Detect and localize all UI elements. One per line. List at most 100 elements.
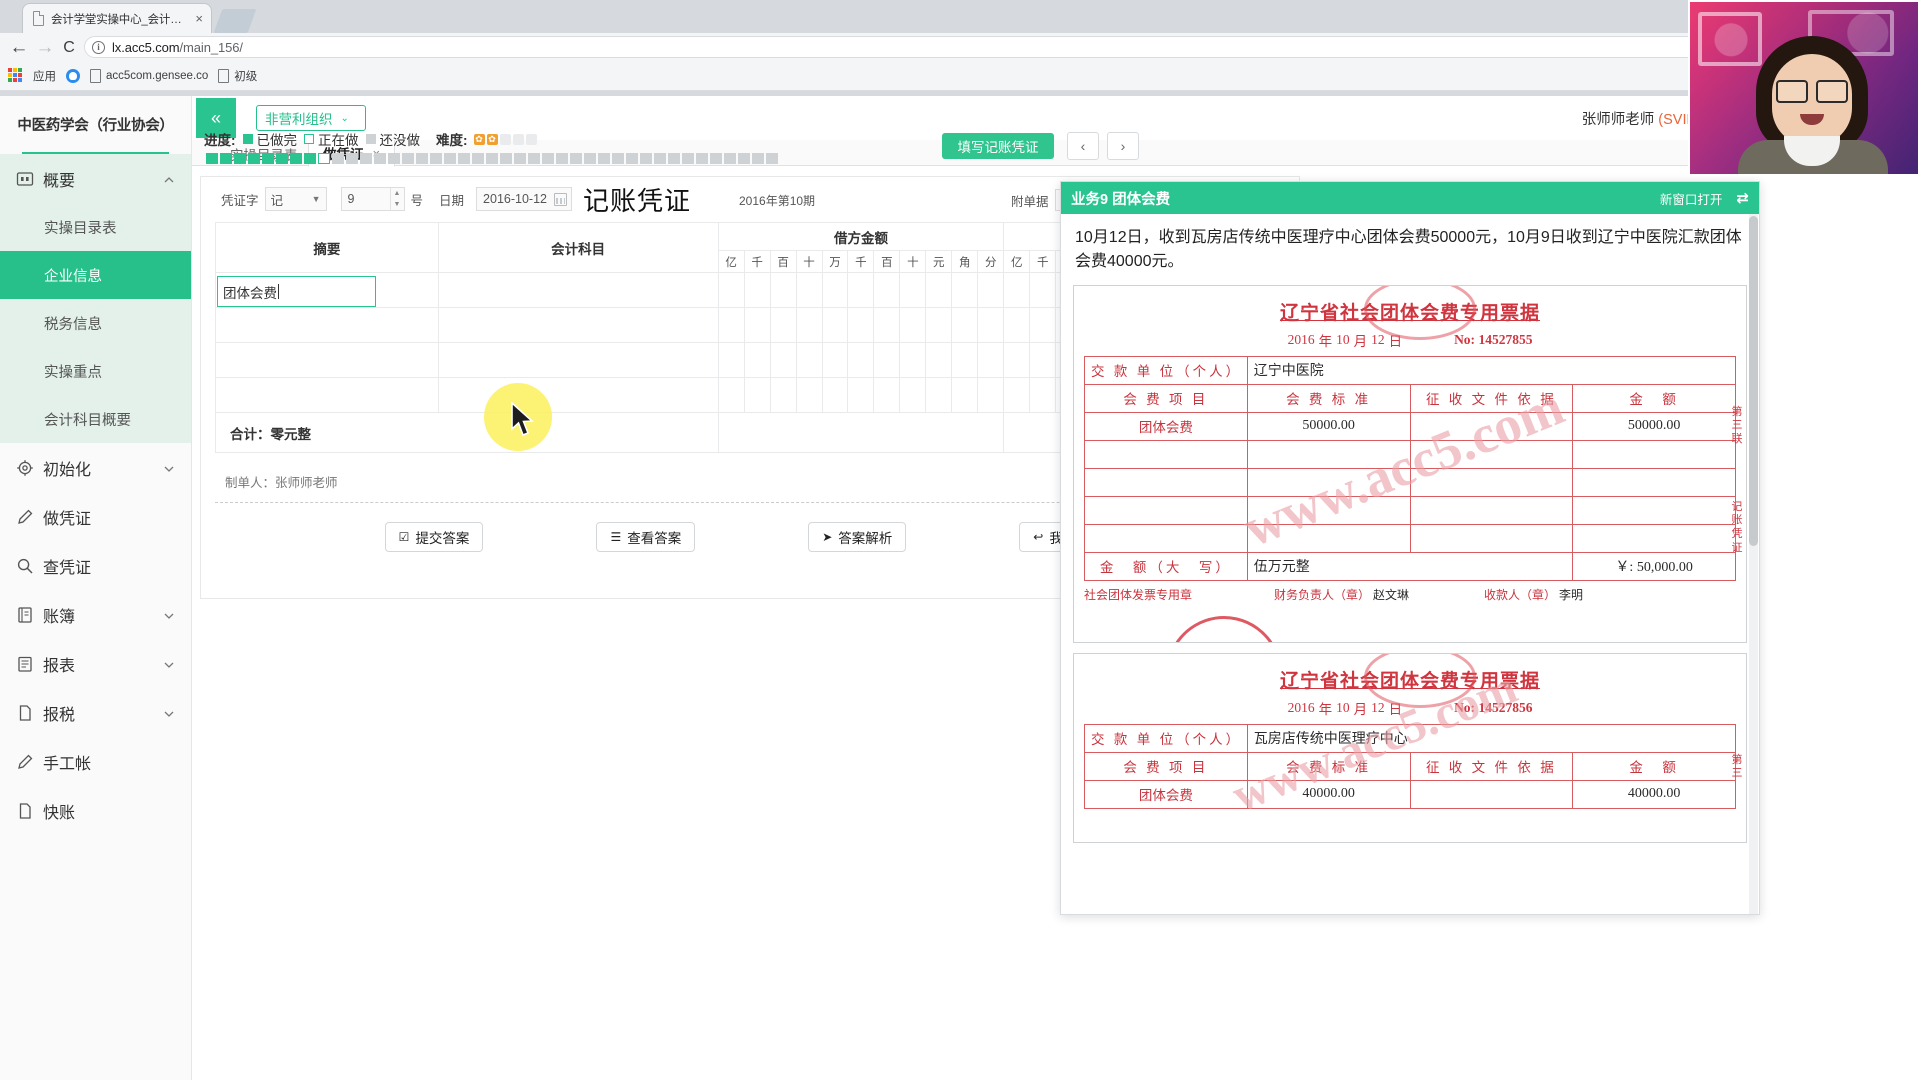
debit-digit-cell[interactable]	[743, 342, 771, 378]
progress-square-done[interactable]	[206, 153, 218, 164]
debit-digit-cell[interactable]	[925, 377, 953, 413]
debit-digit-cell[interactable]	[717, 307, 745, 343]
progress-square-todo[interactable]	[514, 153, 526, 164]
credit-digit-cell[interactable]	[1029, 377, 1057, 413]
new-tab-button[interactable]	[213, 9, 257, 33]
debit-digit-cell[interactable]	[769, 377, 797, 413]
sidebar-item-catalog[interactable]: 实操目录表	[0, 203, 191, 251]
progress-square-done[interactable]	[234, 153, 246, 164]
progress-square-todo[interactable]	[584, 153, 596, 164]
debit-digit-cell[interactable]	[821, 342, 849, 378]
progress-square-done[interactable]	[276, 153, 288, 164]
progress-squares[interactable]	[206, 153, 778, 164]
baidu-icon[interactable]	[66, 68, 80, 83]
progress-square-todo[interactable]	[724, 153, 736, 164]
prev-task-button[interactable]: ‹	[1067, 132, 1099, 160]
debit-digit-cell[interactable]	[925, 342, 953, 378]
progress-square-todo[interactable]	[472, 153, 484, 164]
debit-digit-cell[interactable]	[977, 272, 1005, 308]
debit-digit-cell[interactable]	[873, 272, 901, 308]
apps-grid-icon[interactable]	[8, 68, 23, 83]
debit-digit-cell[interactable]	[899, 342, 927, 378]
bookmark-chuji[interactable]: 初级	[218, 68, 257, 84]
site-info-icon[interactable]: i	[92, 40, 105, 54]
progress-square-todo[interactable]	[486, 153, 498, 164]
debit-digit-cell[interactable]	[795, 342, 823, 378]
voucher-word-select[interactable]: 记 ▼	[264, 187, 327, 211]
sidebar-item-manual-book[interactable]: 手工帐	[0, 737, 191, 786]
chevron-down-icon[interactable]	[163, 609, 175, 621]
abstract-cell[interactable]	[215, 342, 439, 378]
debit-digit-cell[interactable]	[847, 307, 875, 343]
progress-square-todo[interactable]	[528, 153, 540, 164]
debit-digit-cell[interactable]	[795, 377, 823, 413]
chevron-down-icon[interactable]	[163, 707, 175, 719]
fill-voucher-button[interactable]: 填写记账凭证	[942, 133, 1054, 159]
sidebar-item-reports[interactable]: 报表	[0, 639, 191, 688]
credit-digit-cell[interactable]	[1003, 377, 1031, 413]
credit-digit-cell[interactable]	[1003, 307, 1031, 343]
progress-square-todo[interactable]	[696, 153, 708, 164]
debit-digit-cell[interactable]	[821, 272, 849, 308]
sidebar-item-tax-info[interactable]: 税务信息	[0, 299, 191, 347]
chevron-down-icon[interactable]	[163, 658, 175, 670]
progress-square-current[interactable]	[318, 153, 330, 164]
progress-square-todo[interactable]	[360, 153, 372, 164]
progress-square-todo[interactable]	[612, 153, 624, 164]
sidebar-item-overview[interactable]: 概要	[0, 154, 191, 203]
sidebar-item-query-voucher[interactable]: 查凭证	[0, 541, 191, 590]
debit-digit-cell[interactable]	[743, 377, 771, 413]
back-arrow-icon[interactable]: ←	[8, 37, 30, 59]
progress-square-todo[interactable]	[640, 153, 652, 164]
credit-digit-cell[interactable]	[1029, 307, 1057, 343]
view-answer-button[interactable]: ☰ 查看答案	[596, 522, 696, 552]
abstract-cell[interactable]	[215, 377, 439, 413]
browser-tab[interactable]: 会计学堂实操中心_会计… ×	[22, 3, 212, 33]
progress-square-done[interactable]	[304, 153, 316, 164]
credit-digit-cell[interactable]	[1029, 342, 1057, 378]
account-cell[interactable]	[437, 272, 719, 308]
sidebar-item-tax-filing[interactable]: 报税	[0, 688, 191, 737]
debit-digit-cell[interactable]	[925, 307, 953, 343]
progress-square-todo[interactable]	[332, 153, 344, 164]
sidebar-item-ledger[interactable]: 账簿	[0, 590, 191, 639]
calendar-icon[interactable]	[554, 192, 568, 206]
open-new-window-button[interactable]: 新窗口打开	[1660, 189, 1723, 208]
progress-square-todo[interactable]	[766, 153, 778, 164]
progress-square-todo[interactable]	[458, 153, 470, 164]
debit-digit-cell[interactable]	[951, 342, 979, 378]
debit-digit-cell[interactable]	[977, 307, 1005, 343]
answer-analysis-button[interactable]: ➤ 答案解析	[808, 522, 907, 552]
credit-digit-cell[interactable]	[1029, 272, 1057, 308]
debit-digit-cell[interactable]	[899, 307, 927, 343]
debit-digit-cell[interactable]	[847, 342, 875, 378]
bookmark-gensee[interactable]: acc5com.gensee.co	[90, 69, 208, 83]
debit-digit-cell[interactable]	[951, 307, 979, 343]
debit-digit-cell[interactable]	[821, 307, 849, 343]
sidebar-item-enterprise-info[interactable]: 企业信息	[0, 251, 191, 299]
account-cell[interactable]	[437, 377, 719, 413]
debit-digit-cell[interactable]	[821, 377, 849, 413]
debit-digit-cell[interactable]	[769, 342, 797, 378]
sidebar-item-quick-book[interactable]: 快账	[0, 786, 191, 835]
progress-square-todo[interactable]	[738, 153, 750, 164]
progress-square-todo[interactable]	[416, 153, 428, 164]
account-cell[interactable]	[437, 342, 719, 378]
debit-digit-cell[interactable]	[717, 342, 745, 378]
progress-square-todo[interactable]	[430, 153, 442, 164]
progress-square-todo[interactable]	[668, 153, 680, 164]
progress-square-todo[interactable]	[346, 153, 358, 164]
voucher-date-input[interactable]: 2016-10-12	[476, 187, 573, 211]
voucher-number-stepper[interactable]: ▲ ▼	[389, 188, 404, 210]
forward-arrow-icon[interactable]: →	[34, 37, 56, 59]
credit-digit-cell[interactable]	[1003, 342, 1031, 378]
progress-square-todo[interactable]	[542, 153, 554, 164]
debit-digit-cell[interactable]	[717, 272, 745, 308]
debit-digit-cell[interactable]	[873, 342, 901, 378]
debit-digit-cell[interactable]	[717, 377, 745, 413]
progress-square-todo[interactable]	[374, 153, 386, 164]
debit-digit-cell[interactable]	[769, 307, 797, 343]
progress-square-todo[interactable]	[556, 153, 568, 164]
progress-square-todo[interactable]	[682, 153, 694, 164]
progress-square-done[interactable]	[262, 153, 274, 164]
